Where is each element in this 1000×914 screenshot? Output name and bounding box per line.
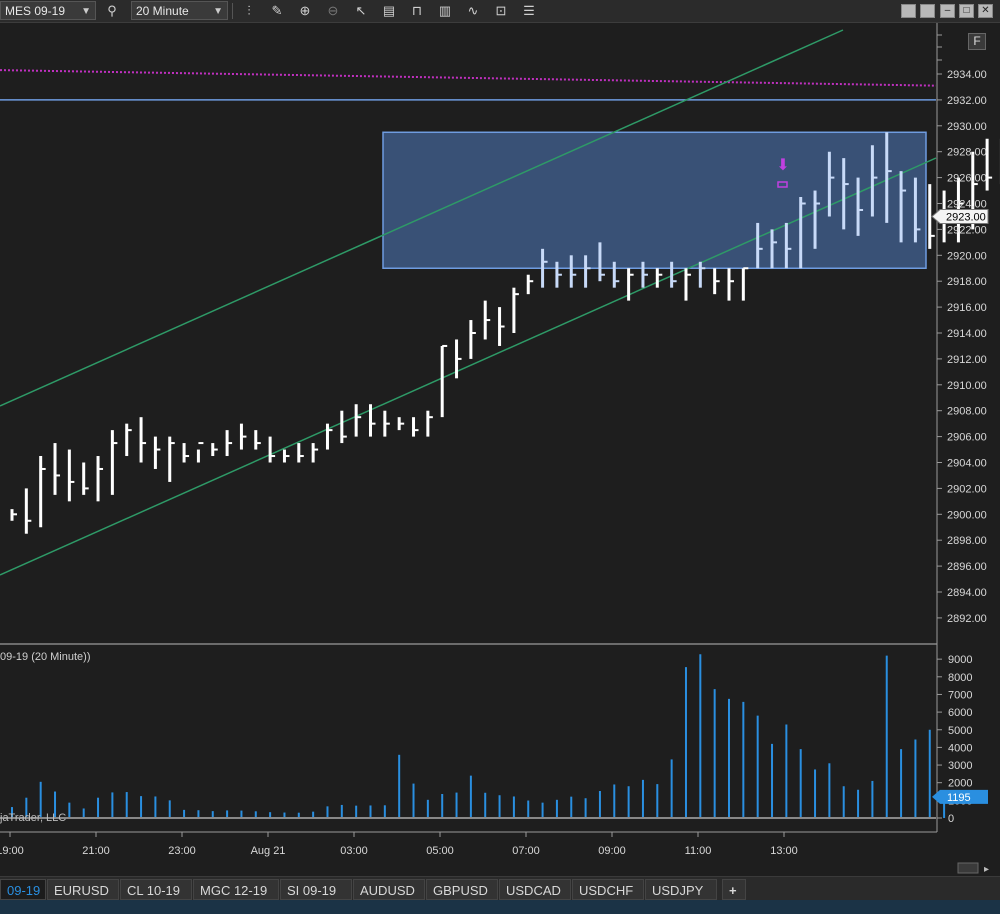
minimize-icon[interactable]: – — [940, 4, 955, 18]
tab-gbpusd[interactable]: GBPUSD — [426, 879, 498, 900]
volume-axis-label: 4000 — [948, 742, 972, 754]
price-axis-label: 2922.00 — [947, 224, 987, 236]
scroll-handle — [957, 862, 979, 874]
search-icon[interactable]: ⚲ — [103, 2, 121, 20]
f-button[interactable]: F — [968, 33, 986, 50]
toolbar-divider — [232, 3, 233, 19]
price-axis-label: 2926.00 — [947, 173, 987, 185]
volume-axis-label: 5000 — [948, 725, 972, 737]
status-strip — [0, 900, 1000, 914]
instrument-label: MES 09-19 — [5, 4, 66, 18]
price-axis-label: 2896.00 — [947, 561, 987, 573]
properties-icon[interactable]: ☰ — [520, 2, 538, 20]
price-axis-label: 2906.00 — [947, 432, 987, 444]
close-icon[interactable]: ✕ — [978, 4, 993, 18]
price-axis-label: 2912.00 — [947, 354, 987, 366]
interval-label: 20 Minute — [136, 4, 189, 18]
chart-trader-icon[interactable]: ⊓ — [408, 2, 426, 20]
tab-eurusd[interactable]: EURUSD — [47, 879, 119, 900]
window-option-icon[interactable] — [901, 4, 916, 18]
maximize-icon[interactable]: □ — [959, 4, 974, 18]
time-axis-label: 03:00 — [340, 845, 368, 857]
time-axis-label: 23:00 — [168, 845, 196, 857]
down-arrow-marker: ⬇ — [776, 155, 789, 174]
price-axis-label: 2934.00 — [947, 69, 987, 81]
time-axis-label: 07:00 — [512, 845, 540, 857]
time-axis-label: 05:00 — [426, 845, 454, 857]
time-axis-label: 13:00 — [770, 845, 798, 857]
chevron-down-icon: ▼ — [81, 6, 91, 17]
indicators-icon[interactable]: ∿ — [464, 2, 482, 20]
tab-09-19[interactable]: 09-19 — [0, 879, 46, 900]
price-axis-label: 2910.00 — [947, 380, 987, 392]
bar-type-icon[interactable]: ⫶ — [240, 2, 258, 20]
window-option-icon[interactable] — [920, 4, 935, 18]
price-axis-label: 2918.00 — [947, 276, 987, 288]
price-axis-label: 2894.00 — [947, 587, 987, 599]
chart-toolbar: MES 09-19 ▼ ⚲ 20 Minute ▼ ⫶ ✎ ⊕ ⊖ ↖ ▤ ⊓ … — [0, 0, 1000, 23]
price-axis-label: 2924.00 — [947, 199, 987, 211]
price-chart[interactable]: ⬇ 2934.00 2932.00 2930.00 2928.00 2926.00 292… — [0, 23, 1000, 876]
volume-axis-label: 9000 — [948, 654, 972, 666]
tab-audusd[interactable]: AUDUSD — [353, 879, 425, 900]
price-axis-label: 2920.00 — [947, 250, 987, 262]
current-price-label: 2923.00 — [946, 211, 986, 223]
tab-mgc-12-19[interactable]: MGC 12-19 — [193, 879, 279, 900]
price-axis-label: 2932.00 — [947, 95, 987, 107]
templates-icon[interactable]: ▥ — [436, 2, 454, 20]
volume-axis-label: 0 — [948, 813, 954, 825]
data-box-icon[interactable]: ▤ — [380, 2, 398, 20]
instrument-tab-bar: 09-19 EURUSD CL 10-19 MGC 12-19 SI 09-19 AUDU… — [0, 876, 1000, 901]
price-axis-label: 2892.00 — [947, 613, 987, 625]
price-axis-label: 2914.00 — [947, 328, 987, 340]
price-axis-label: 2904.00 — [947, 458, 987, 470]
tab-usdcad[interactable]: USDCAD — [499, 879, 571, 900]
interval-selector[interactable]: 20 Minute ▼ — [131, 1, 228, 20]
tab-usdchf[interactable]: USDCHF — [572, 879, 644, 900]
zoom-in-icon[interactable]: ⊕ — [296, 2, 314, 20]
volume-axis-label: 3000 — [948, 760, 972, 772]
price-axis-label: 2916.00 — [947, 302, 987, 314]
volume-axis-label: 8000 — [948, 672, 972, 684]
volume-axis-label: 7000 — [948, 689, 972, 701]
price-axis-label: 2902.00 — [947, 483, 987, 495]
watermark: jaTrader, LLC — [0, 812, 66, 824]
zoom-out-icon[interactable]: ⊖ — [324, 2, 342, 20]
tab-usdjpy[interactable]: USDJPY — [645, 879, 717, 900]
add-tab-button[interactable]: + — [722, 879, 746, 900]
instrument-selector[interactable]: MES 09-19 ▼ — [0, 1, 96, 20]
price-axis-label: 2908.00 — [947, 406, 987, 418]
pointer-icon[interactable]: ↖ — [352, 2, 370, 20]
volume-axis-label: 2000 — [948, 778, 972, 790]
time-axis-label: 21:00 — [82, 845, 110, 857]
strategies-icon[interactable]: ⊡ — [492, 2, 510, 20]
chevron-down-icon: ▼ — [213, 6, 223, 17]
tab-si-09-19[interactable]: SI 09-19 — [280, 879, 352, 900]
pencil-icon[interactable]: ✎ — [268, 2, 286, 20]
price-axis-label: 2928.00 — [947, 147, 987, 159]
price-axis-label: 2898.00 — [947, 535, 987, 547]
volume-panel-title: 09-19 (20 Minute)) — [0, 651, 91, 663]
time-axis-label: 11:00 — [685, 845, 712, 857]
time-axis-label: 09:00 — [598, 845, 626, 857]
scroll-right-icon: ▸ — [984, 864, 989, 875]
current-volume-label: 1195 — [947, 792, 971, 804]
tab-cl-10-19[interactable]: CL 10-19 — [120, 879, 192, 900]
price-axis-label: 2900.00 — [947, 509, 987, 521]
time-axis-label: 19:00 — [0, 845, 24, 857]
time-axis-label: Aug 21 — [251, 845, 286, 857]
price-axis-label: 2930.00 — [947, 121, 987, 133]
volume-axis-label: 6000 — [948, 707, 972, 719]
